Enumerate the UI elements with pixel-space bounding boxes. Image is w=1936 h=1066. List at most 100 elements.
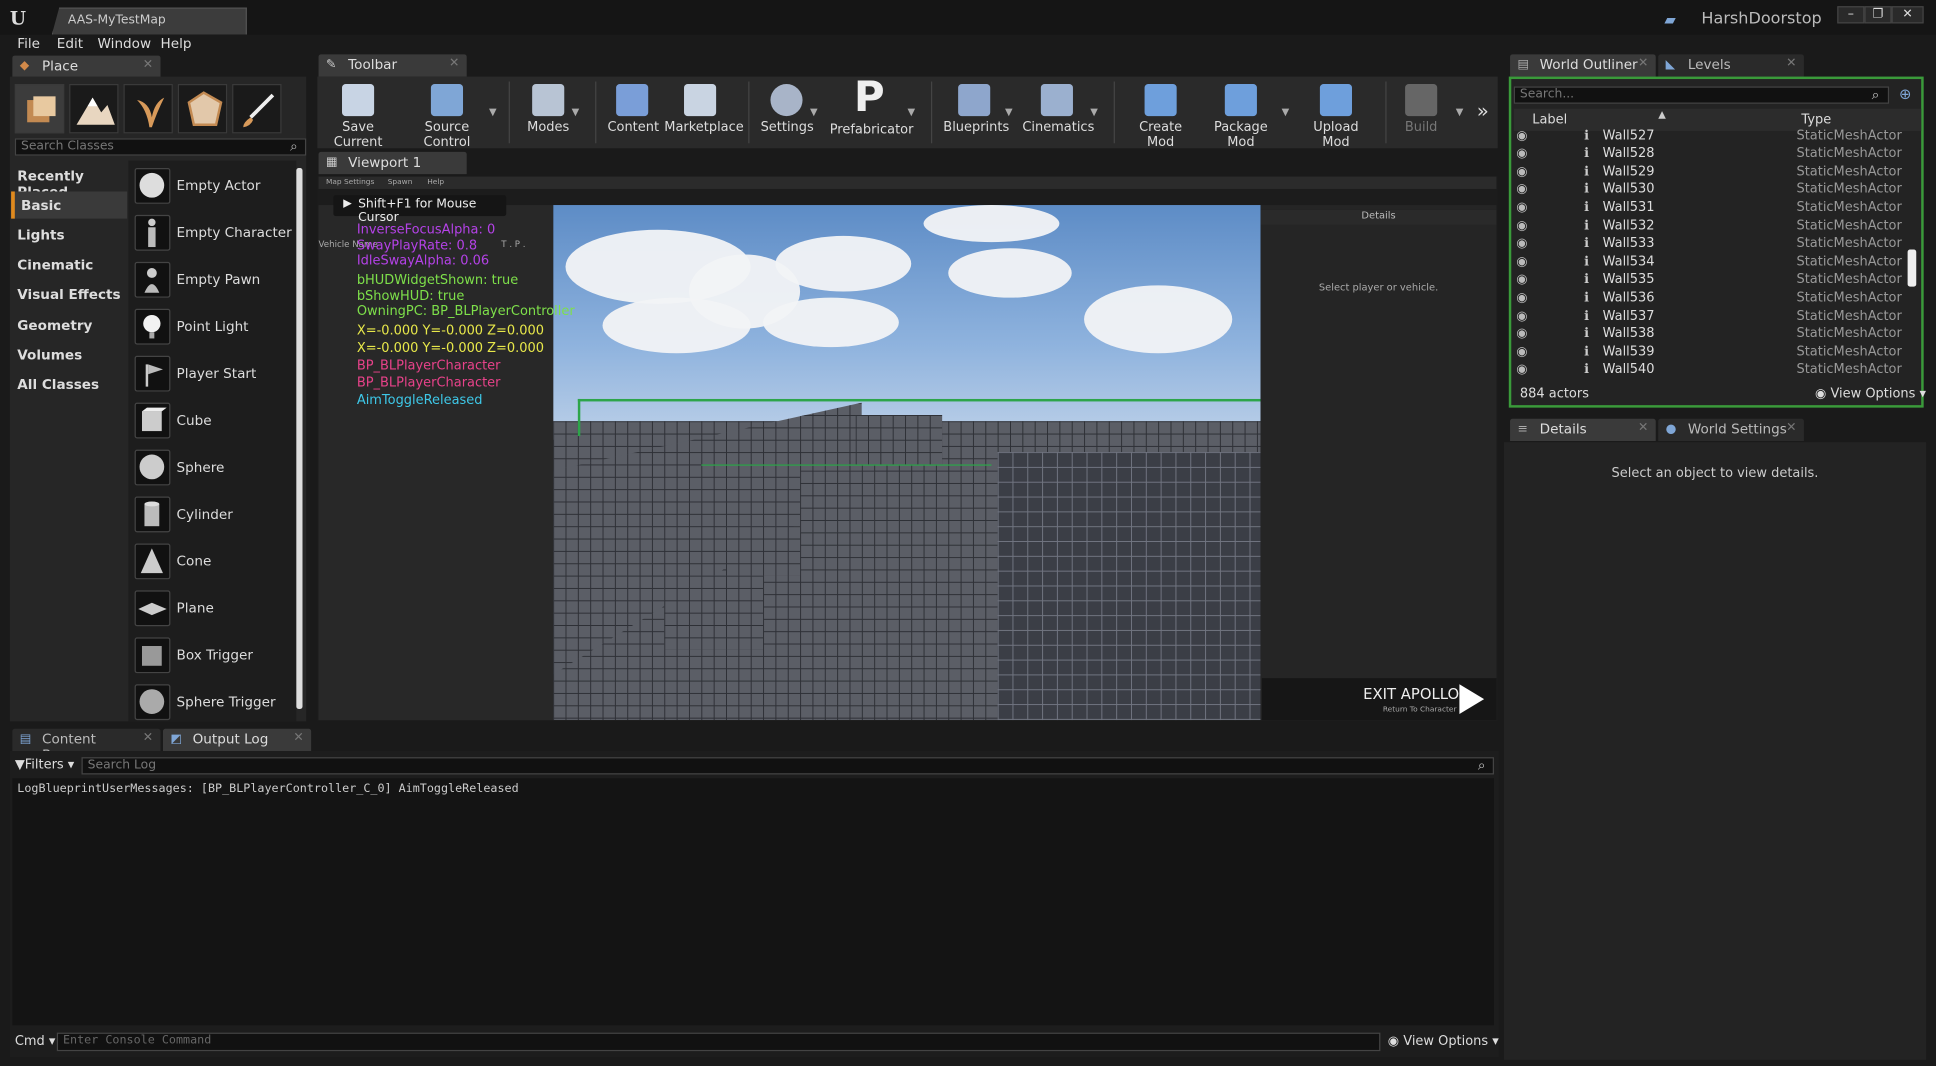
- place-item-sphere[interactable]: Sphere: [177, 459, 225, 475]
- menu-help[interactable]: Help: [161, 36, 192, 52]
- place-item-cube[interactable]: Cube: [177, 413, 212, 429]
- outliner-row[interactable]: ◉ ℹ Wall528 StaticMeshActor: [1514, 146, 1921, 164]
- prefabricator-dropdown-icon[interactable]: ▼: [908, 106, 916, 117]
- tab-output-log[interactable]: ◩ Output Log ✕: [162, 728, 312, 752]
- console-command-input[interactable]: Enter Console Command: [56, 1032, 1381, 1052]
- place-list-scrollbar[interactable]: [296, 167, 303, 710]
- place-item-plane[interactable]: Plane: [177, 600, 214, 616]
- close-window-button[interactable]: ✕: [1891, 6, 1924, 24]
- eye-icon[interactable]: ◉: [1516, 290, 1527, 305]
- cmd-dropdown[interactable]: Cmd ▾: [15, 1034, 56, 1049]
- modes-button[interactable]: Modes: [524, 83, 573, 135]
- place-item-empty-actor[interactable]: Empty Actor: [177, 178, 261, 194]
- outliner-row[interactable]: ◉ ℹ Wall530 StaticMeshActor: [1514, 182, 1921, 200]
- eye-icon[interactable]: ◉: [1516, 326, 1527, 341]
- label-column-header[interactable]: Label: [1532, 112, 1567, 127]
- eye-icon[interactable]: ◉: [1516, 146, 1527, 161]
- close-icon[interactable]: ✕: [293, 731, 303, 745]
- modes-dropdown-icon[interactable]: ▼: [572, 106, 580, 117]
- landscape-mode-icon[interactable]: [69, 83, 119, 134]
- outliner-search-input[interactable]: Search...: [1513, 86, 1890, 104]
- game-view[interactable]: [553, 205, 1261, 721]
- maximize-button[interactable]: ❐: [1864, 6, 1892, 24]
- place-item-empty-pawn[interactable]: Empty Pawn: [177, 272, 261, 288]
- place-item-point-light[interactable]: Point Light: [177, 319, 249, 335]
- place-item-box-trigger[interactable]: Box Trigger: [177, 647, 253, 663]
- build-button[interactable]: Build: [1398, 83, 1445, 135]
- eye-icon[interactable]: ◉: [1516, 200, 1527, 215]
- settings-button[interactable]: Settings: [761, 83, 814, 135]
- outliner-row[interactable]: ◉ ℹ Wall539 StaticMeshActor: [1514, 345, 1921, 363]
- eye-icon[interactable]: ◉: [1516, 309, 1527, 324]
- menu-edit[interactable]: Edit: [57, 36, 83, 52]
- eye-icon[interactable]: ◉: [1516, 219, 1527, 234]
- brush-mode-icon[interactable]: [232, 83, 282, 134]
- category-visual-effects[interactable]: Visual Effects: [11, 280, 127, 307]
- menu-window[interactable]: Window: [98, 36, 152, 52]
- marketplace-button[interactable]: Marketplace: [664, 83, 744, 135]
- tab-viewport[interactable]: ▦ Viewport 1: [318, 151, 467, 175]
- build-dropdown-icon[interactable]: ▼: [1456, 106, 1464, 117]
- map-settings-menu[interactable]: Map Settings: [326, 178, 374, 187]
- eye-icon[interactable]: ◉: [1516, 362, 1527, 377]
- close-icon[interactable]: ✕: [143, 58, 153, 72]
- outliner-row[interactable]: ◉ ℹ Wall532 StaticMeshActor: [1514, 219, 1921, 237]
- create-mod-button[interactable]: Create Mod: [1126, 83, 1195, 149]
- close-icon[interactable]: ✕: [1786, 421, 1796, 435]
- place-mode-icon[interactable]: [14, 83, 65, 134]
- tab-content-browser[interactable]: ▤ Content Browser ✕: [12, 728, 161, 763]
- tab-toolbar[interactable]: ✎ Toolbar ✕: [318, 54, 467, 77]
- source-control-button[interactable]: Source Control: [403, 83, 492, 149]
- filters-button[interactable]: ▼Filters ▾: [15, 757, 74, 772]
- category-all-classes[interactable]: All Classes: [11, 371, 127, 398]
- eye-icon[interactable]: ◉: [1516, 236, 1527, 251]
- place-item-player-start[interactable]: Player Start: [177, 366, 257, 382]
- category-lights[interactable]: Lights: [11, 221, 127, 248]
- place-item-empty-character[interactable]: Empty Character: [177, 225, 292, 241]
- outliner-scrollbar[interactable]: [1907, 249, 1917, 287]
- settings-dropdown-icon[interactable]: ▼: [810, 106, 818, 117]
- log-view-options[interactable]: ◉ View Options ▾: [1388, 1034, 1499, 1049]
- outliner-view-options[interactable]: ◉ View Options ▾: [1815, 387, 1926, 402]
- close-icon[interactable]: ✕: [1638, 57, 1648, 71]
- category-recently-placed[interactable]: Recently Placed: [11, 162, 127, 200]
- outliner-row[interactable]: ◉ ℹ Wall533 StaticMeshActor: [1514, 236, 1921, 254]
- place-item-cone[interactable]: Cone: [177, 553, 212, 569]
- place-item-cylinder[interactable]: Cylinder: [177, 506, 233, 522]
- category-volumes[interactable]: Volumes: [11, 341, 127, 368]
- outliner-row[interactable]: ◉ ℹ Wall535 StaticMeshActor: [1514, 272, 1921, 290]
- minimize-button[interactable]: –: [1837, 6, 1865, 24]
- tab-details[interactable]: ≡ Details ✕: [1510, 418, 1656, 441]
- add-filter-icon[interactable]: ⊕: [1899, 85, 1919, 104]
- mesh-paint-mode-icon[interactable]: [177, 83, 228, 134]
- package-mod-dropdown-icon[interactable]: ▼: [1282, 106, 1290, 117]
- graduation-cap-icon[interactable]: ▰: [1664, 11, 1681, 28]
- outliner-row[interactable]: ◉ ℹ Wall531 StaticMeshActor: [1514, 200, 1921, 218]
- type-column-header[interactable]: Type: [1801, 112, 1831, 127]
- document-tab[interactable]: AAS-MyTestMap: [51, 7, 247, 35]
- outliner-row[interactable]: ◉ ℹ Wall529 StaticMeshActor: [1514, 164, 1921, 182]
- tab-place[interactable]: ◆ Place ✕: [12, 55, 161, 78]
- spawn-menu[interactable]: Spawn: [388, 178, 413, 187]
- content-button[interactable]: Content: [607, 83, 659, 135]
- eye-icon[interactable]: ◉: [1516, 128, 1527, 143]
- tab-world-outliner[interactable]: ▤ World Outliner ✕: [1510, 54, 1656, 77]
- outliner-row[interactable]: ◉ ℹ Wall534 StaticMeshActor: [1514, 254, 1921, 272]
- exit-apollo-button[interactable]: EXIT APOLLO Return To Character: [1261, 678, 1497, 721]
- outliner-row[interactable]: ◉ ℹ Wall540 StaticMeshActor: [1514, 362, 1921, 380]
- outliner-row[interactable]: ◉ ℹ Wall538 StaticMeshActor: [1514, 326, 1921, 344]
- source-control-dropdown-icon[interactable]: ▼: [489, 106, 497, 117]
- close-icon[interactable]: ✕: [143, 731, 153, 745]
- eye-icon[interactable]: ◉: [1516, 254, 1527, 269]
- close-icon[interactable]: ✕: [449, 57, 459, 71]
- search-classes-input[interactable]: Search Classes: [14, 138, 307, 156]
- search-log-input[interactable]: Search Log: [81, 757, 1494, 775]
- category-geometry[interactable]: Geometry: [11, 311, 127, 338]
- outliner-row[interactable]: ◉ ℹ Wall537 StaticMeshActor: [1514, 309, 1921, 327]
- viewport-help-menu[interactable]: Help: [427, 178, 444, 187]
- package-mod-button[interactable]: Package Mod: [1201, 83, 1280, 149]
- eye-icon[interactable]: ◉: [1516, 272, 1527, 287]
- prefabricator-button[interactable]: P Prefabricator: [830, 77, 914, 138]
- foliage-mode-icon[interactable]: [123, 83, 173, 134]
- blueprints-button[interactable]: Blueprints: [943, 83, 1009, 135]
